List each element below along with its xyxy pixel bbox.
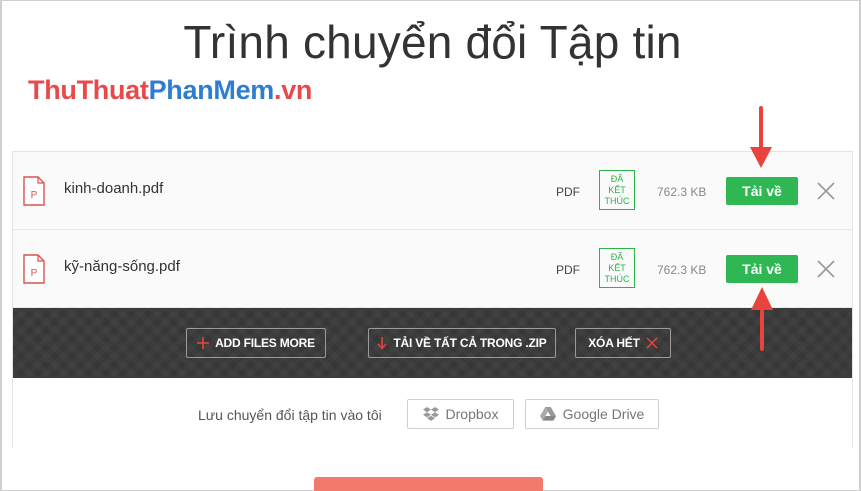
dropbox-button[interactable]: Dropbox	[407, 399, 514, 429]
dropbox-label: Dropbox	[445, 406, 499, 422]
watermark-part-3: .vn	[274, 75, 313, 105]
action-bar: ADD FILES MORE TẢI VỀ TẤT CẢ TRONG .ZIP …	[13, 308, 852, 378]
download-all-zip-label: TẢI VỀ TẤT CẢ TRONG .ZIP	[393, 336, 547, 350]
pdf-file-icon: P	[23, 254, 45, 284]
status-badge: ĐÃ KẾT THÚC	[599, 248, 635, 288]
file-type: PDF	[556, 263, 580, 277]
convert-button[interactable]	[314, 477, 543, 491]
file-type: PDF	[556, 185, 580, 199]
dropbox-icon	[422, 407, 439, 421]
app-frame: Trình chuyển đổi Tập tin ThuThuatPhanMem…	[0, 0, 861, 491]
file-name: kỹ-năng-sống.pdf	[64, 258, 180, 275]
file-name: kinh-doanh.pdf	[64, 180, 164, 197]
close-icon[interactable]	[815, 258, 837, 280]
google-drive-icon	[539, 407, 556, 421]
add-files-button[interactable]: ADD FILES MORE	[186, 328, 326, 358]
watermark-logo: ThuThuatPhanMem.vn	[28, 75, 312, 106]
page-title: Trình chuyển đổi Tập tin	[183, 16, 682, 68]
watermark-part-2: PhanMem	[148, 75, 275, 105]
download-all-zip-button[interactable]: TẢI VỀ TẤT CẢ TRONG .ZIP	[368, 328, 556, 358]
google-drive-label: Google Drive	[562, 406, 645, 422]
file-row: P kinh-doanh.pdf PDF ĐÃ KẾT THÚC 762.3 K…	[13, 152, 852, 230]
plus-icon	[197, 337, 210, 349]
add-files-label: ADD FILES MORE	[215, 336, 315, 350]
status-badge: ĐÃ KẾT THÚC	[599, 170, 635, 210]
save-to-label: Lưu chuyển đổi tập tin vào tôi	[198, 407, 382, 423]
svg-text:P: P	[31, 190, 38, 201]
svg-text:P: P	[31, 268, 38, 279]
download-button[interactable]: Tải về	[726, 255, 798, 283]
close-icon[interactable]	[815, 180, 837, 202]
clear-all-button[interactable]: XÓA HẾT	[575, 328, 671, 358]
watermark-part-1: ThuThuat	[28, 75, 149, 105]
file-size: 762.3 KB	[657, 185, 707, 199]
google-drive-button[interactable]: Google Drive	[525, 399, 659, 429]
file-row: P kỹ-năng-sống.pdf PDF ĐÃ KẾT THÚC 762.3…	[13, 230, 852, 308]
arrow-down-icon	[377, 336, 387, 350]
save-to-cloud-row: Lưu chuyển đổi tập tin vào tôi Dropbox G…	[13, 378, 852, 448]
download-button[interactable]: Tải về	[726, 177, 798, 205]
pdf-file-icon: P	[23, 176, 45, 206]
file-list-panel: P kinh-doanh.pdf PDF ĐÃ KẾT THÚC 762.3 K…	[12, 151, 853, 448]
file-size: 762.3 KB	[657, 263, 707, 277]
close-icon	[646, 337, 658, 349]
clear-all-label: XÓA HẾT	[588, 336, 640, 350]
